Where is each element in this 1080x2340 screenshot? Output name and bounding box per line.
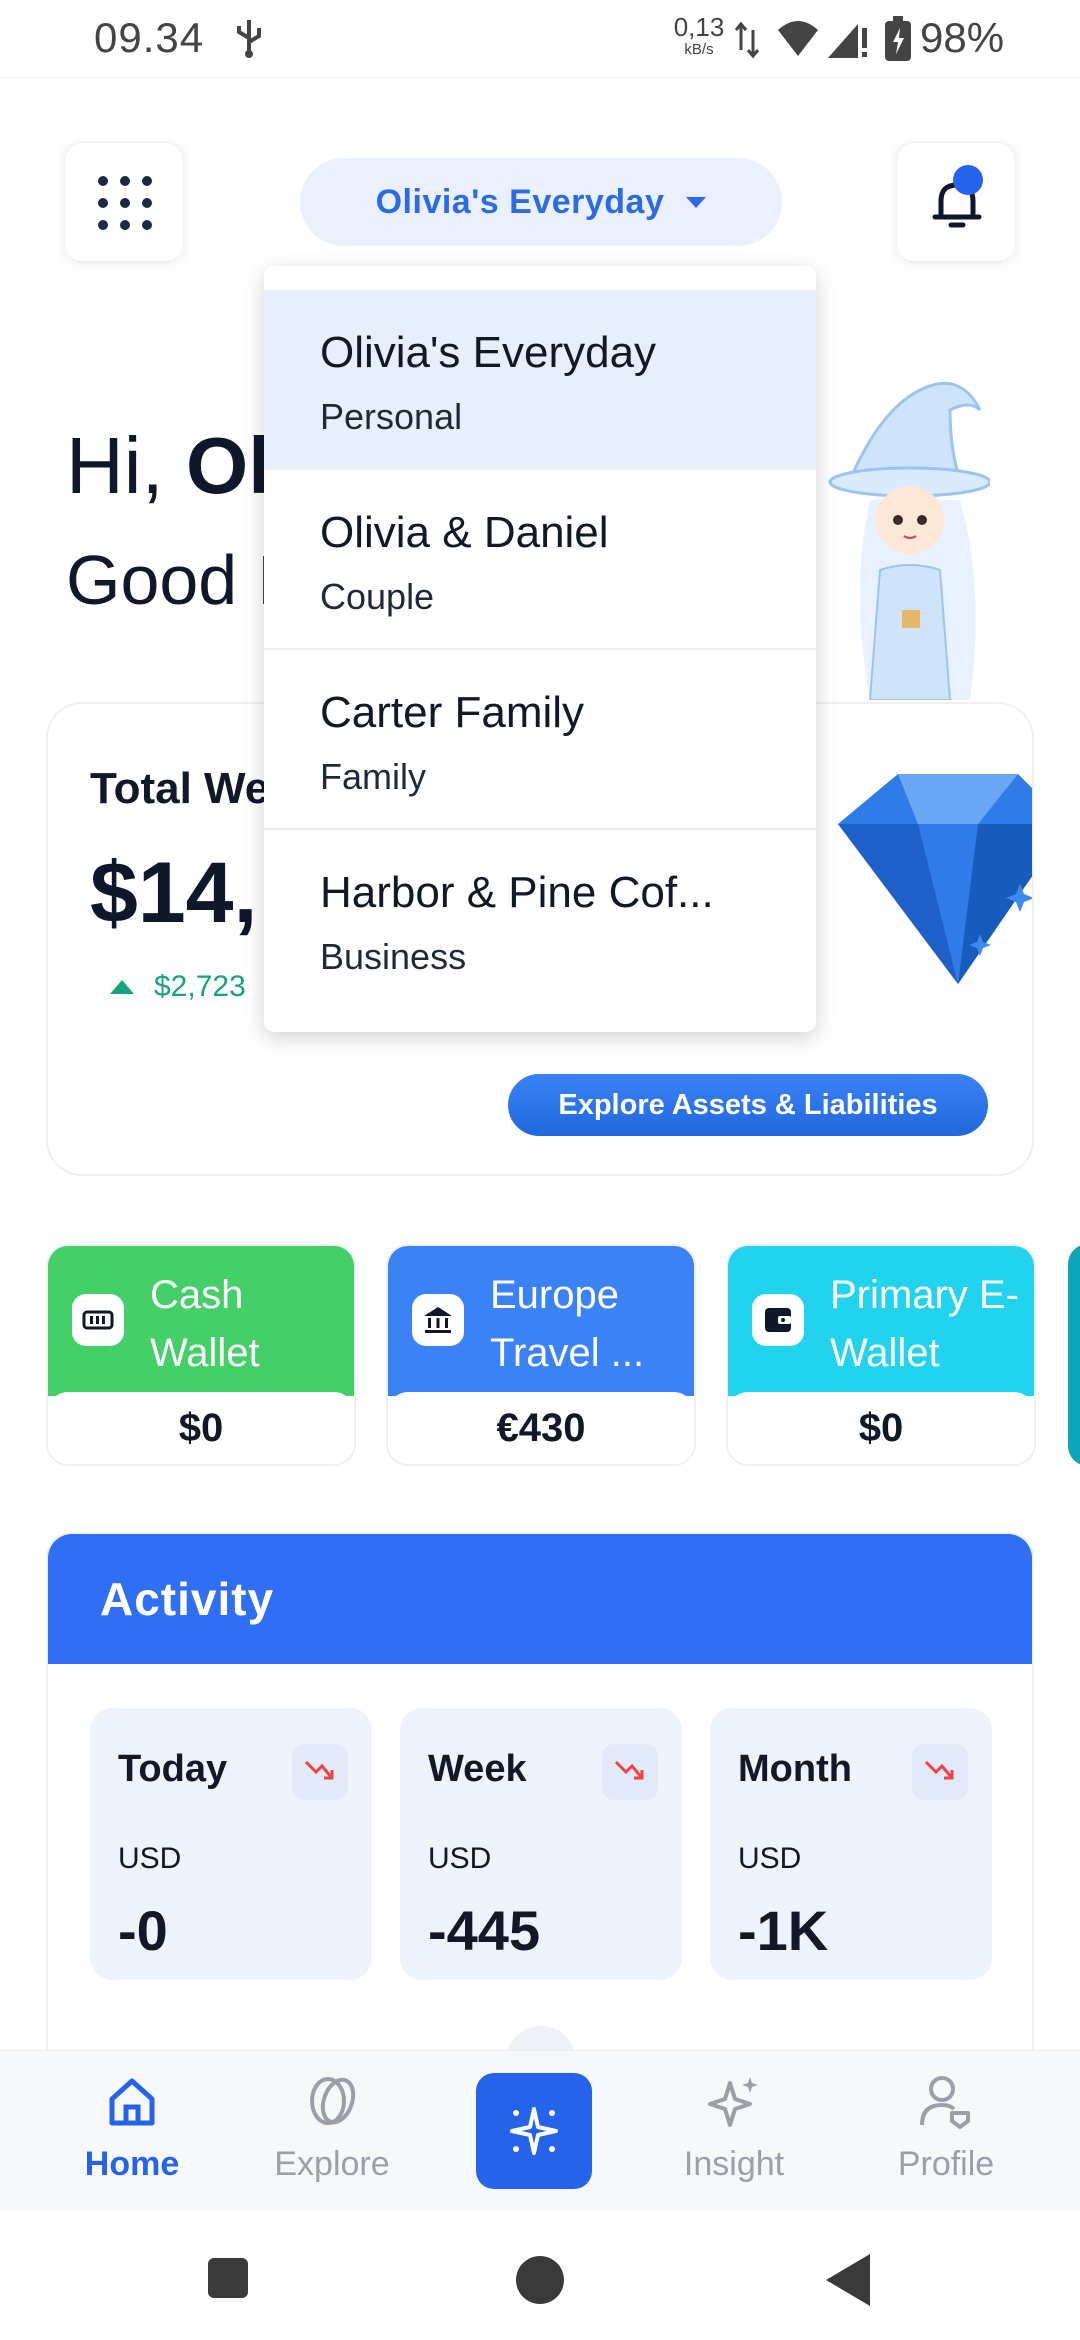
activity-stat-month[interactable]: Month USD -1K bbox=[710, 1708, 992, 1980]
dropdown-item-type: Personal bbox=[320, 396, 463, 437]
stat-currency: USD bbox=[428, 1842, 492, 1875]
nav-explore[interactable]: Explore bbox=[232, 2071, 432, 2184]
wallet-name: Cash Wallet bbox=[150, 1273, 260, 1375]
dropdown-item-name: Harbor & Pine Cof... bbox=[320, 868, 714, 917]
dropdown-item-olivias-everyday[interactable]: Olivia's Everyday Personal bbox=[264, 290, 816, 470]
sparkle-action-button[interactable] bbox=[476, 2073, 592, 2189]
status-bar: 09.34 0,13 kB/s 98% bbox=[0, 0, 1080, 78]
bottom-navigation: Home Explore Insight Profile bbox=[0, 2050, 1080, 2210]
wallet-balance: €430 bbox=[388, 1392, 694, 1464]
greeting-title: Hi, Ol bbox=[66, 421, 271, 510]
battery-icon bbox=[885, 16, 911, 61]
total-wealth-amount: $14, bbox=[90, 845, 258, 941]
stat-value: -445 bbox=[428, 1899, 541, 1962]
account-selector[interactable]: Olivia's Everyday bbox=[300, 158, 782, 246]
home-button[interactable] bbox=[516, 2256, 564, 2304]
usb-icon bbox=[237, 20, 261, 58]
greeting-subtitle: Good I bbox=[66, 541, 277, 619]
nav-label: Explore bbox=[274, 2145, 390, 2183]
activity-header: Activity bbox=[48, 1534, 1032, 1664]
nav-label: Home bbox=[84, 2145, 180, 2183]
home-icon bbox=[109, 2078, 155, 2126]
nav-insight[interactable]: Insight bbox=[634, 2071, 834, 2184]
grid-icon bbox=[98, 176, 152, 230]
total-wealth-title: Total We bbox=[90, 764, 270, 813]
wallet-balance: $0 bbox=[48, 1392, 354, 1464]
activity-title: Activity bbox=[100, 1573, 275, 1625]
nav-label: Profile bbox=[897, 2145, 995, 2183]
sparkle-icon bbox=[510, 2107, 558, 2155]
signal-icon bbox=[828, 24, 867, 58]
data-arrows-icon bbox=[734, 21, 760, 59]
wallet-name: Primary E-Wallet bbox=[830, 1273, 1019, 1375]
wizard-mascot-illustration bbox=[828, 381, 990, 700]
profile-icon bbox=[920, 2076, 970, 2129]
activity-card: Activity Today USD -0 Week USD -445 Mont… bbox=[46, 1532, 1034, 2072]
dropdown-item-type: Business bbox=[320, 936, 467, 977]
account-selector-label: Olivia's Everyday bbox=[375, 182, 665, 221]
dropdown-item-name: Olivia & Daniel bbox=[320, 508, 609, 557]
notifications-button[interactable] bbox=[896, 142, 1016, 262]
nav-profile[interactable]: Profile bbox=[846, 2071, 1046, 2184]
wealth-change-value: $2,723 bbox=[154, 970, 246, 1003]
wallet-card-cash[interactable]: Cash Wallet $0 bbox=[46, 1244, 356, 1466]
wifi-icon bbox=[778, 21, 818, 56]
diamond-illustration bbox=[838, 774, 1032, 984]
trend-down-icon bbox=[292, 1744, 348, 1800]
insight-icon bbox=[708, 2077, 758, 2127]
stat-label: Week bbox=[428, 1748, 527, 1790]
recents-button[interactable] bbox=[208, 2258, 248, 2298]
account-dropdown-menu: Olivia's Everyday Personal Olivia & Dani… bbox=[264, 266, 816, 1032]
caret-down-icon bbox=[686, 196, 707, 208]
nav-home[interactable]: Home bbox=[32, 2071, 232, 2184]
stat-value: -1K bbox=[738, 1899, 829, 1962]
system-navigation-bar bbox=[0, 2210, 1080, 2340]
back-button[interactable] bbox=[826, 2254, 870, 2306]
stat-currency: USD bbox=[738, 1842, 802, 1875]
cash-icon bbox=[72, 1294, 124, 1346]
explore-assets-liabilities-button[interactable]: Explore Assets & Liabilities bbox=[508, 1074, 988, 1136]
activity-stat-today[interactable]: Today USD -0 bbox=[90, 1708, 372, 1980]
stat-label: Today bbox=[118, 1748, 228, 1790]
notification-badge bbox=[953, 165, 983, 195]
explore-icon bbox=[310, 2077, 356, 2125]
wallet-name: Europe Travel ... bbox=[490, 1273, 645, 1375]
bank-icon bbox=[412, 1294, 464, 1346]
wallet-balance: $0 bbox=[728, 1392, 1034, 1464]
wallet-card-primary-ewallet[interactable]: Primary E-Wallet $0 bbox=[726, 1244, 1036, 1466]
wallet-card-europe-travel[interactable]: Europe Travel ... €430 bbox=[386, 1244, 696, 1466]
activity-stat-week[interactable]: Week USD -445 bbox=[400, 1708, 682, 1980]
stat-currency: USD bbox=[118, 1842, 182, 1875]
trend-up-icon bbox=[110, 980, 134, 994]
dropdown-item-type: Couple bbox=[320, 576, 435, 617]
ewallet-icon bbox=[752, 1294, 804, 1346]
battery-percent: 98% bbox=[920, 14, 1005, 61]
dropdown-item-name: Olivia's Everyday bbox=[320, 328, 657, 377]
stat-label: Month bbox=[738, 1748, 852, 1790]
wealth-change: $2,723 bbox=[110, 970, 246, 1004]
stat-value: -0 bbox=[118, 1899, 168, 1962]
dropdown-item-type: Family bbox=[320, 756, 426, 797]
wallet-card-peek[interactable] bbox=[1068, 1244, 1080, 1466]
dropdown-item-olivia-daniel[interactable]: Olivia & Daniel Couple bbox=[264, 470, 816, 650]
menu-grid-button[interactable] bbox=[64, 142, 184, 262]
dropdown-item-name: Carter Family bbox=[320, 688, 585, 737]
nav-label: Insight bbox=[683, 2145, 785, 2183]
status-time: 09.34 bbox=[94, 14, 205, 61]
dropdown-item-harbor-pine[interactable]: Harbor & Pine Cof... Business bbox=[264, 830, 816, 1010]
dropdown-item-carter-family[interactable]: Carter Family Family bbox=[264, 650, 816, 830]
trend-down-icon bbox=[912, 1744, 968, 1800]
trend-down-icon bbox=[602, 1744, 658, 1800]
network-speed: 0,13 kB/s bbox=[673, 12, 725, 58]
